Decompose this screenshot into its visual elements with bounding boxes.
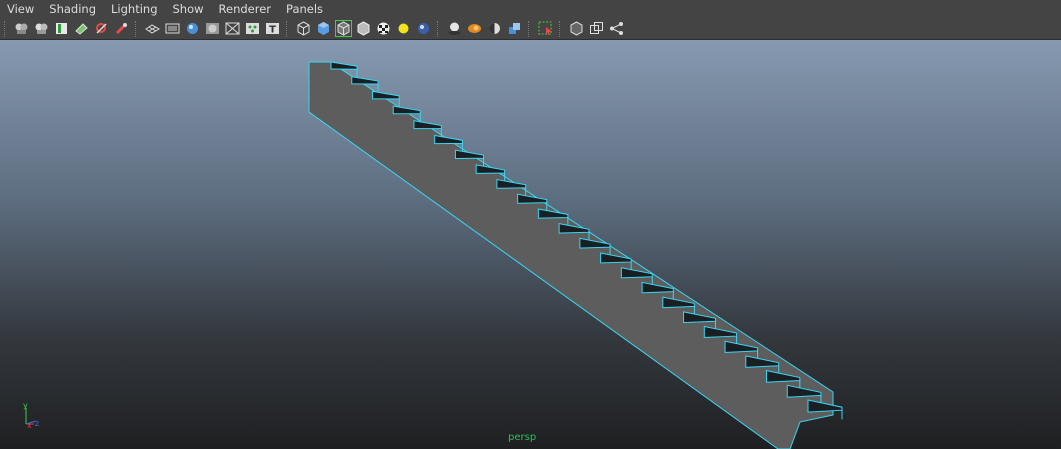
multisample-aa-icon[interactable] xyxy=(486,20,503,37)
camera-select-icon[interactable] xyxy=(13,20,30,37)
resolution-gate-icon[interactable] xyxy=(184,20,201,37)
toolbar-grip[interactable] xyxy=(4,20,7,37)
stair-step-tread xyxy=(434,134,463,145)
stair-step-tread xyxy=(371,90,400,100)
safe-action-icon[interactable] xyxy=(244,20,261,37)
safe-title-icon[interactable]: T xyxy=(264,20,281,37)
stair-step-tread xyxy=(330,61,358,70)
stringer-body[interactable] xyxy=(308,61,834,449)
shadows-icon[interactable] xyxy=(415,20,432,37)
xray-icon[interactable] xyxy=(568,20,585,37)
staircase-model[interactable] xyxy=(0,40,1061,449)
perspective-viewport[interactable]: y x z persp xyxy=(0,40,1061,449)
toolbar-separator xyxy=(437,20,440,37)
viewport-menu-bar: View Shading Lighting Show Renderer Pane… xyxy=(0,0,1061,18)
wireframe-on-shaded-icon[interactable] xyxy=(334,20,352,37)
gate-mask-icon[interactable] xyxy=(204,20,221,37)
grid-icon[interactable] xyxy=(144,20,161,37)
toolbar-separator xyxy=(135,20,138,37)
default-material-icon[interactable] xyxy=(355,20,372,37)
menu-renderer[interactable]: Renderer xyxy=(212,0,280,18)
toolbar-separator xyxy=(559,20,562,37)
stair-step-tread xyxy=(413,120,442,130)
screen-space-ao-icon[interactable] xyxy=(446,20,463,37)
camera-attributes-icon[interactable] xyxy=(33,20,50,37)
toolbar-separator xyxy=(528,20,531,37)
menu-panels[interactable]: Panels xyxy=(279,0,331,18)
camera-name-label: persp xyxy=(508,432,537,443)
textured-icon[interactable] xyxy=(375,20,392,37)
stair-step-tread xyxy=(454,149,485,159)
toolbar-separator xyxy=(286,20,289,37)
viewport-toolbar: T xyxy=(0,18,1061,40)
axis-z-label: z xyxy=(35,419,39,428)
stair-step-tread xyxy=(351,76,379,85)
two-d-pan-zoom-icon[interactable] xyxy=(113,20,130,37)
xray-joints-icon[interactable] xyxy=(608,20,625,37)
axis-y-label: y xyxy=(23,401,28,410)
bookmark-icon[interactable] xyxy=(53,20,70,37)
menu-view[interactable]: View xyxy=(0,0,42,18)
smooth-shade-icon[interactable] xyxy=(315,20,332,37)
isolate-select-icon[interactable] xyxy=(537,20,554,37)
wireframe-icon[interactable] xyxy=(295,20,312,37)
field-chart-icon[interactable] xyxy=(224,20,241,37)
grease-pencil-icon[interactable] xyxy=(93,20,110,37)
motion-blur-icon[interactable] xyxy=(466,20,483,37)
svg-text:T: T xyxy=(269,25,276,36)
image-plane-icon[interactable] xyxy=(73,20,90,37)
film-gate-icon[interactable] xyxy=(164,20,181,37)
stair-step-tread xyxy=(392,105,421,115)
use-all-lights-icon[interactable] xyxy=(395,20,412,37)
depth-of-field-icon[interactable] xyxy=(506,20,523,37)
menu-shading[interactable]: Shading xyxy=(42,0,104,18)
xray-active-components-icon[interactable] xyxy=(588,20,605,37)
view-axis-indicator: y x z xyxy=(20,400,50,434)
stair-step-tread xyxy=(475,164,506,174)
stringer[interactable] xyxy=(308,61,834,449)
menu-show[interactable]: Show xyxy=(166,0,212,18)
axis-x-label: x xyxy=(27,421,32,430)
menu-lighting[interactable]: Lighting xyxy=(104,0,165,18)
